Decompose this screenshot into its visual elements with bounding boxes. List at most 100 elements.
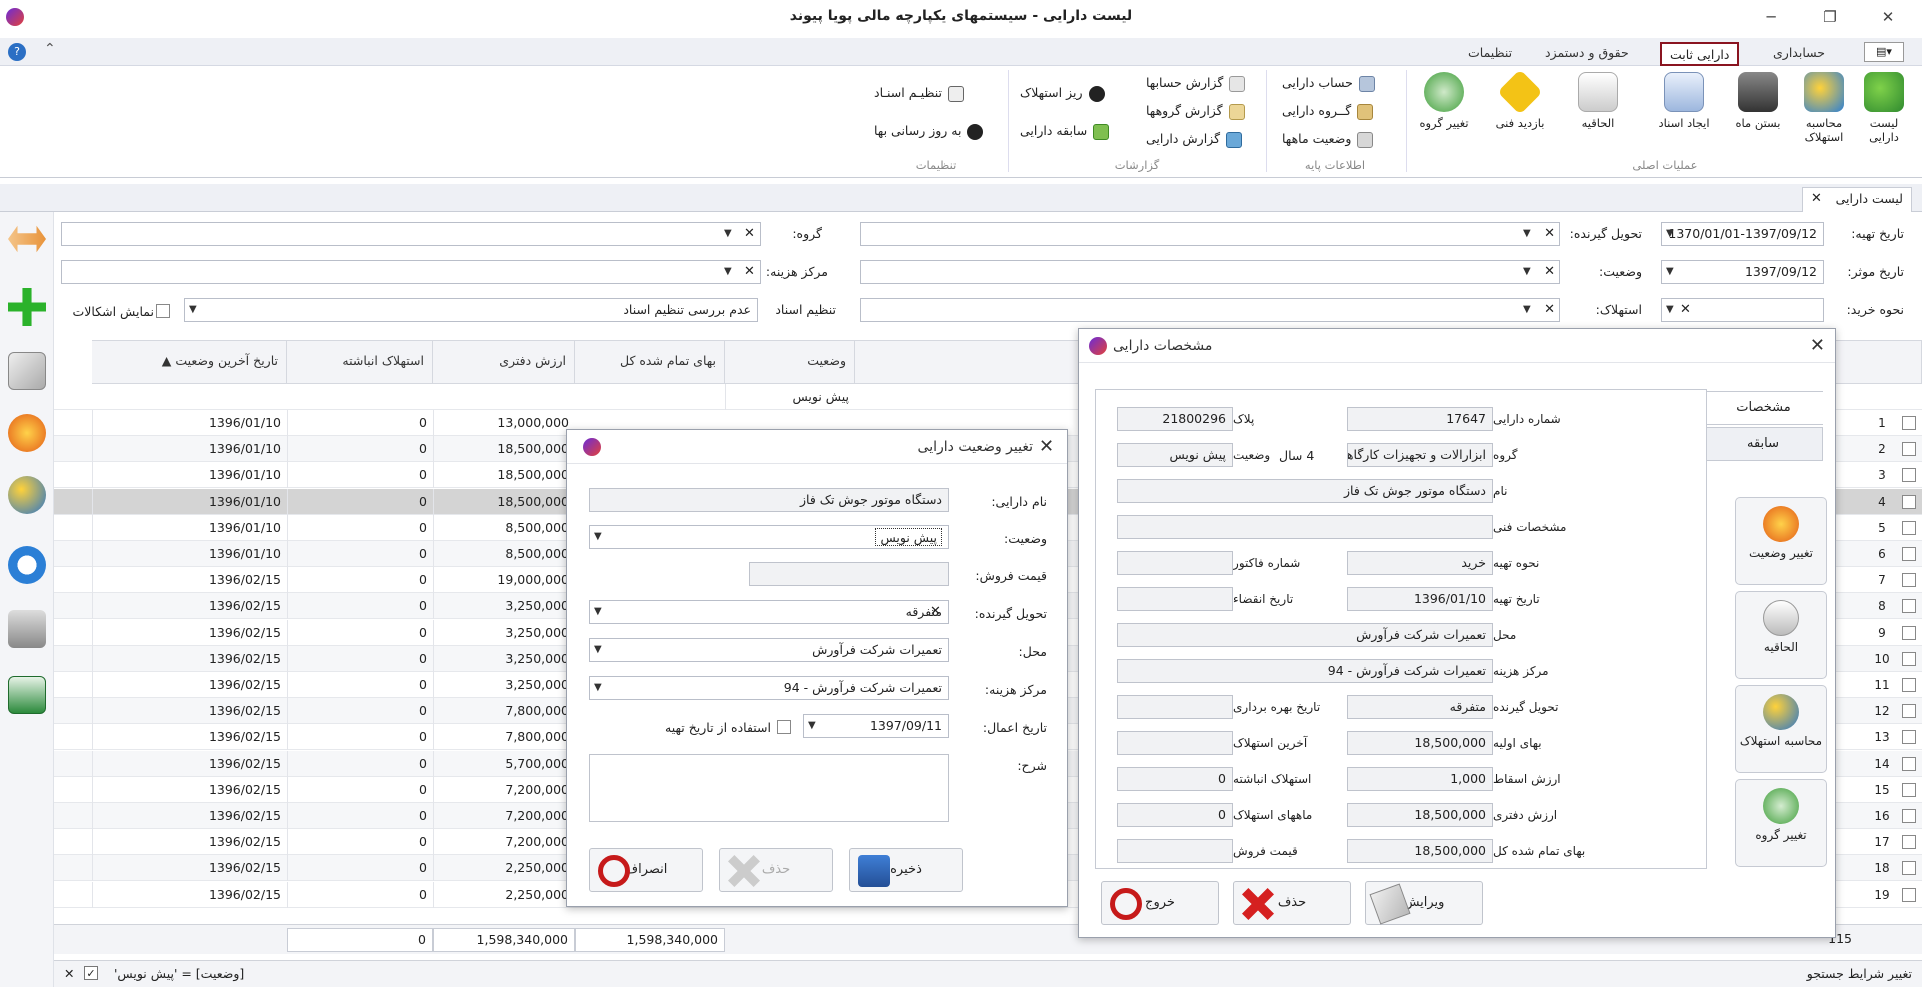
initial-field[interactable]: 18,500,000	[1347, 731, 1493, 755]
show-problems-checkbox[interactable]	[156, 304, 170, 318]
book-field[interactable]: 18,500,000	[1347, 803, 1493, 827]
tech-inspection-button[interactable]: بازدید فنی	[1492, 69, 1548, 154]
excel-export-icon[interactable]	[8, 676, 46, 714]
row-checkbox[interactable]	[1902, 625, 1916, 640]
cost-center-select[interactable]: تعمیرات شرکت فرآورش - 94 ▼	[589, 676, 949, 700]
calc-depreciation-side-button[interactable]: محاسبه استهلاک	[1735, 685, 1827, 773]
print-icon[interactable]	[8, 610, 46, 648]
month-status-button[interactable]: وضعیت ماهها	[1282, 128, 1374, 150]
invoice-field[interactable]	[1117, 551, 1233, 575]
row-checkbox[interactable]	[1902, 730, 1916, 745]
tab-fixed-assets[interactable]: دارایی ثابت	[1660, 42, 1740, 66]
col-header-total-cost[interactable]: بهای تمام شده کل	[575, 340, 725, 384]
sale-price-field[interactable]	[1117, 839, 1233, 863]
prep-date-field[interactable]: 1396/01/10	[1347, 587, 1493, 611]
refresh-icon[interactable]	[8, 546, 46, 584]
tab-asset-list[interactable]: لیست دارایی ✕	[1802, 187, 1912, 212]
tech-field[interactable]	[1117, 515, 1493, 539]
tab-payroll[interactable]: حقوق و دستمزد	[1537, 42, 1637, 66]
plate-field[interactable]: 21800296	[1117, 407, 1233, 431]
asset-report-button[interactable]: گزارش دارایی	[1146, 128, 1243, 150]
group-field[interactable]: ابزارالات و تجهیزات کارگاهی	[1347, 443, 1493, 467]
attachment-side-button[interactable]: الحاقیه	[1735, 591, 1827, 679]
tab-accounting[interactable]: حسابداری	[1765, 42, 1833, 66]
edit-filter-link[interactable]: تغییر شرایط جستجو	[1807, 966, 1912, 981]
change-status-side-button[interactable]: تغییر وضعیت	[1735, 497, 1827, 585]
maximize-button[interactable]: ❐	[1815, 6, 1845, 28]
row-checkbox[interactable]	[1902, 809, 1916, 823]
cost-center-field[interactable]: تعمیرات شرکت فرآورش - 94	[1117, 659, 1493, 683]
depreciation-filter-field[interactable]: ✕ ▼	[860, 298, 1560, 322]
attachment-button[interactable]: الحاقیه	[1570, 70, 1626, 154]
purchase-field[interactable]: ▼ ✕	[1661, 298, 1824, 322]
close-dialog-icon[interactable]: ✕	[1810, 335, 1825, 356]
help-icon[interactable]: ?	[8, 43, 26, 61]
row-checkbox[interactable]	[1902, 416, 1916, 430]
close-dialog-icon[interactable]: ✕	[1039, 436, 1054, 457]
effective-date-field[interactable]: 1397/09/12 ▼	[1661, 260, 1824, 284]
minimize-button[interactable]: ─	[1756, 6, 1786, 28]
row-checkbox[interactable]	[1902, 861, 1916, 876]
dep-months-field[interactable]: 0	[1117, 803, 1233, 827]
lightning-icon[interactable]	[8, 414, 46, 452]
salvage-field[interactable]: 1,000	[1347, 767, 1493, 791]
group-filter-field[interactable]: ✕ ▼	[61, 222, 761, 246]
tab-settings[interactable]: تنظیمات	[1460, 42, 1520, 66]
filter-enabled-checkbox[interactable]: ✓	[84, 966, 98, 980]
asset-no-field[interactable]: 17647	[1347, 407, 1493, 431]
row-checkbox[interactable]	[1902, 494, 1916, 509]
acc-dep-field[interactable]: 0	[1117, 767, 1233, 791]
col-header-acc-dep[interactable]: استهلاک انباشته	[287, 340, 433, 384]
groups-report-button[interactable]: گزارش گروهها	[1146, 100, 1245, 122]
name-field[interactable]: دستگاه موتور جوش تک فاز	[1117, 479, 1493, 503]
location-field[interactable]: تعمیرات شرکت فرآورش	[1117, 623, 1493, 647]
col-header-last-status-date[interactable]: تاریخ آخرین وضعیت ▲	[92, 340, 287, 384]
update-price-button[interactable]: به روز رسانی بها	[874, 120, 984, 142]
row-checkbox[interactable]	[1902, 547, 1916, 561]
last-dep-field[interactable]	[1117, 731, 1233, 755]
receiver-select[interactable]: متفرقه ▼ ✕	[589, 600, 949, 624]
swap-arrows-icon[interactable]	[8, 225, 46, 253]
edit-icon[interactable]	[8, 352, 46, 390]
status-filter-field[interactable]: ✕▼▼	[860, 260, 1560, 284]
clear-filter-icon[interactable]: ✕	[64, 966, 74, 981]
col-header-book-value[interactable]: ارزش دفتری	[433, 340, 575, 384]
row-checkbox[interactable]	[1902, 573, 1916, 588]
row-checkbox[interactable]	[1902, 520, 1916, 535]
asset-list-button[interactable]: لیست دارایی	[1856, 70, 1912, 154]
row-checkbox[interactable]	[1902, 887, 1916, 902]
receiver-field[interactable]: متفرقه	[1347, 695, 1493, 719]
row-checkbox[interactable]	[1902, 468, 1916, 483]
tab-history[interactable]: سابقه	[1703, 427, 1823, 461]
status-select[interactable]: پیش نویس ▼	[589, 525, 949, 549]
prep-method-field[interactable]: خرید	[1347, 551, 1493, 575]
accounts-report-button[interactable]: گزارش حسابها	[1146, 72, 1246, 94]
row-checkbox[interactable]	[1902, 678, 1916, 692]
filter-status-cell[interactable]: پیش نویس	[725, 384, 855, 410]
doc-setting-field[interactable]: عدم بررسی تنظیم اسناد ▼	[184, 298, 758, 322]
save-button[interactable]: ذخیره	[849, 848, 963, 892]
row-checkbox[interactable]	[1902, 756, 1916, 771]
col-header-status[interactable]: وضعیت	[725, 340, 855, 384]
status-field[interactable]: پیش نویس	[1117, 443, 1233, 467]
row-checkbox[interactable]	[1902, 442, 1916, 457]
receiver-field[interactable]: ✕ ▼	[860, 222, 1560, 246]
location-select[interactable]: تعمیرات شرکت فرآورش ▼	[589, 638, 949, 662]
gears-icon[interactable]	[8, 476, 46, 514]
expire-field[interactable]	[1117, 587, 1233, 611]
exit-button[interactable]: خروج	[1101, 881, 1219, 925]
prep-date-field[interactable]: 1370/01/01-1397/09/12 ▼	[1661, 222, 1824, 246]
cost-center-filter-field[interactable]: ✕ ▼	[61, 260, 761, 284]
row-checkbox[interactable]	[1902, 704, 1916, 719]
delete-button[interactable]: حذف	[719, 848, 833, 892]
use-date-field[interactable]	[1117, 695, 1233, 719]
change-group-side-button[interactable]: تغییر گروه	[1735, 779, 1827, 867]
tab-details[interactable]: مشخصات	[1703, 391, 1823, 425]
app-menu-icon[interactable]: ▤▾	[1864, 42, 1904, 62]
add-icon[interactable]	[8, 288, 46, 326]
create-docs-button[interactable]: ایجاد اسناد	[1656, 70, 1712, 154]
close-tab-icon[interactable]: ✕	[1811, 188, 1822, 210]
asset-history-button[interactable]: سابقه دارایی	[1020, 120, 1110, 142]
row-checkbox[interactable]	[1902, 782, 1916, 797]
close-month-button[interactable]: بستن ماه	[1730, 70, 1786, 154]
